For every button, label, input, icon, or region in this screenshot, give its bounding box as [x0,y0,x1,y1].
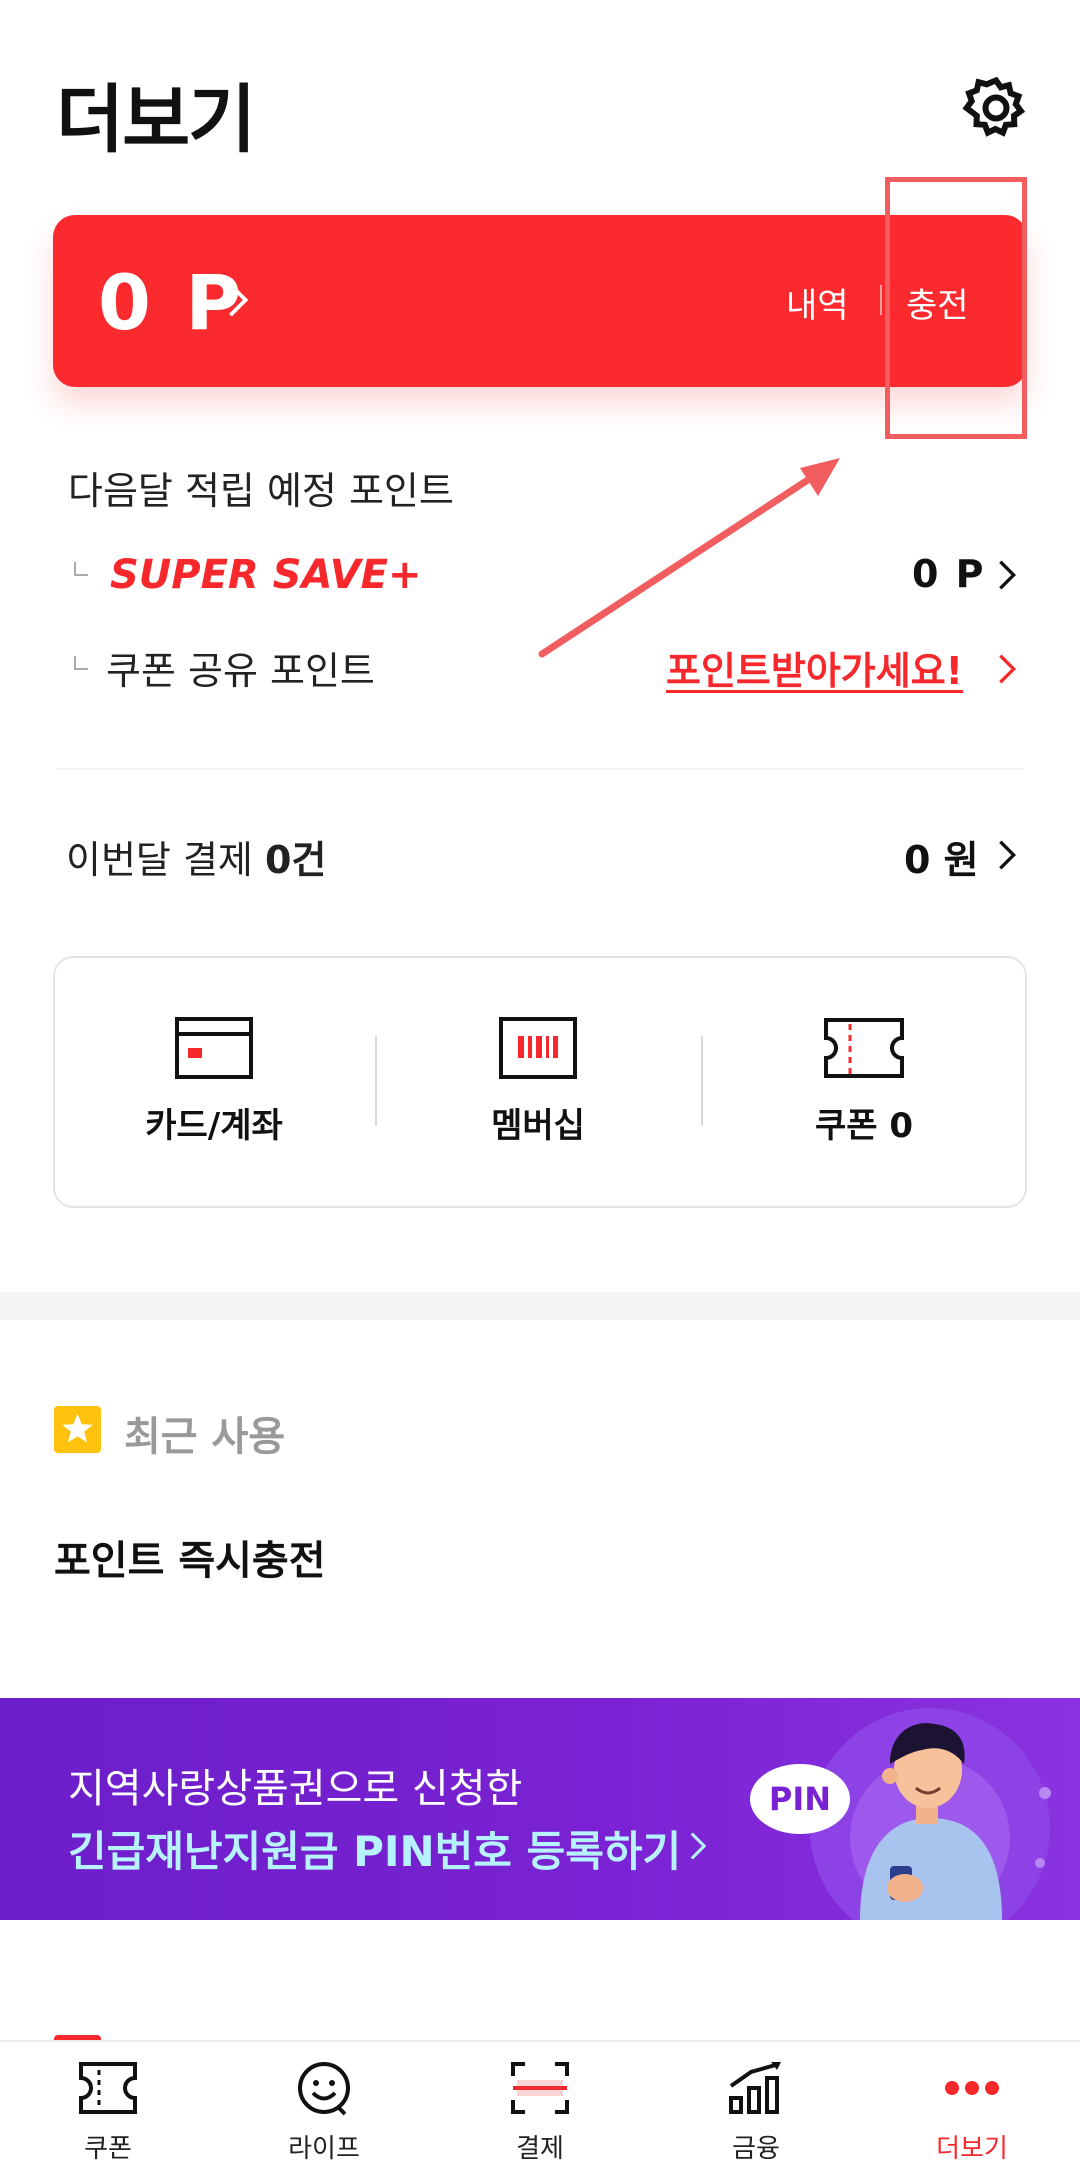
nav-label: 쿠폰 [84,2134,132,2164]
nav-label: 라이프 [288,2134,360,2164]
tree-mark [74,656,88,670]
chevron-right-icon [690,1832,706,1860]
next-month-title: 다음달 적립 예정 포인트 [68,469,454,513]
chevron-right-icon[interactable] [228,283,248,317]
more-icon [945,2081,999,2095]
divider [701,1036,703,1126]
nav-life[interactable]: 라이프 [216,2060,432,2165]
nav-finance[interactable]: 금융 [648,2060,864,2165]
quick-menu-label: 쿠폰 0 [814,1106,914,1146]
nav-label: 더보기 [936,2134,1008,2164]
super-save-label: SUPER SAVE+ [110,552,422,598]
tree-mark [74,562,88,576]
quick-menu-coupon[interactable]: 쿠폰 0 [704,1016,1024,1147]
star-icon [54,1406,101,1453]
scan-icon [511,2062,569,2114]
annotation-highlight-box [885,177,1027,439]
nav-label: 금융 [732,2134,780,2164]
section-separator [0,1292,1080,1320]
quick-menu-label: 카드/계좌 [145,1106,283,1146]
history-link[interactable]: 내역 [786,278,849,327]
quick-menu-card-account[interactable]: 카드/계좌 [54,1016,374,1147]
points-balance[interactable]: 0 P [98,258,245,347]
quick-menu-label: 멤버십 [491,1106,585,1146]
nav-more[interactable]: 더보기 [864,2060,1080,2165]
pin-bubble: PIN [750,1764,850,1834]
nav-coupon[interactable]: 쿠폰 [0,2060,216,2165]
get-points-link[interactable]: 포인트받아가세요! [666,640,963,695]
nav-payment[interactable]: 결제 [432,2060,648,2165]
divider [375,1036,377,1126]
smile-icon [298,2062,350,2116]
quick-menu-membership[interactable]: 멤버십 [378,1016,698,1147]
recent-title: 최근 사용 [124,1414,286,1460]
nav-label: 결제 [516,2134,564,2164]
divider [56,768,1024,770]
page-title: 더보기 [56,77,256,163]
chart-icon [729,2062,781,2114]
chevron-right-icon[interactable] [998,840,1016,870]
chevron-right-icon[interactable] [998,560,1016,590]
super-save-value[interactable]: 0 P [912,552,986,596]
ticket-icon [824,1018,904,1078]
monthly-payment-amount[interactable]: 0 원 [904,829,979,884]
monthly-payment-row[interactable]: 이번달 결제 0건 [66,829,326,884]
monthly-payment-label: 이번달 결제 [66,838,253,882]
gear-icon[interactable] [960,72,1032,144]
chevron-right-icon[interactable] [998,654,1016,684]
banner-line2[interactable]: 긴급재난지원금 PIN번호 등록하기 [68,1818,681,1879]
banner-line1: 지역사랑상품권으로 신청한 [68,1766,523,1812]
barcode-icon [499,1017,577,1079]
coupon-share-label: 쿠폰 공유 포인트 [106,649,375,693]
coupon-icon [79,2062,137,2114]
recent-item[interactable]: 포인트 즉시충전 [54,1528,326,1586]
card-icon [175,1017,253,1079]
monthly-payment-count: 0건 [264,838,327,882]
divider [880,285,882,315]
